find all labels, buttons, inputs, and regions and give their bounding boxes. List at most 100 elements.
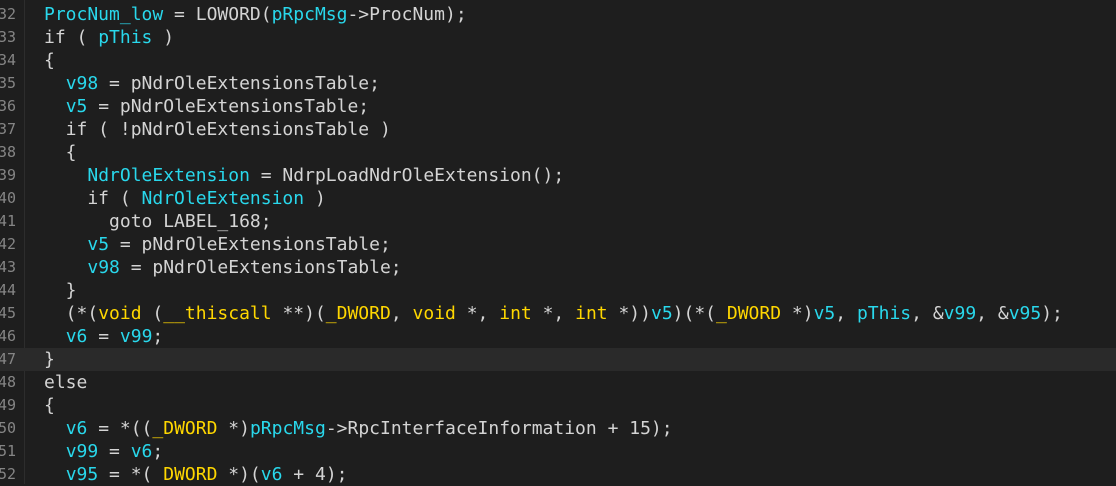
code-line[interactable]: 48 else [0,371,1116,394]
line-number: 34 [0,51,16,69]
code-line[interactable]: 52 v95 = *( DWORD *)(v6 + 4); [0,463,1116,486]
code-text: goto LABEL_168; [44,210,272,233]
code-line[interactable]: 50 v6 = *((_DWORD *)pRpcMsg->RpcInterfac… [0,417,1116,440]
code-token: + 4); [282,464,348,485]
line-number: 48 [0,373,16,391]
code-token: ); [1041,303,1063,324]
code-token: = pNdrOleExtensionsTable; [119,257,402,278]
line-number: 40 [0,189,16,207]
code-token: *) [217,418,250,439]
code-line[interactable]: 47} [0,348,1116,371]
code-line[interactable]: 36 v5 = pNdrOleExtensionsTable; [0,95,1116,118]
code-line[interactable]: 37 if ( !pNdrOleExtensionsTable ) [0,118,1116,141]
code-text: (*(void (__thiscall **)(_DWORD, void *, … [44,302,1063,325]
code-line[interactable]: 49 { [0,394,1116,417]
line-number: 37 [0,120,16,138]
code-token: = NdrpLoadNdrOleExtension(); [249,165,565,186]
code-line[interactable]: 45 (*(void (__thiscall **)(_DWORD, void … [0,302,1116,325]
line-number: 50 [0,419,16,437]
code-token: else [44,372,88,393]
code-token: ; [152,326,164,347]
code-token: ->RpcInterfaceInformation + 15); [325,418,673,439]
code-text: } [44,279,77,302]
identifier-token: v98 [87,257,120,278]
code-token: , [835,303,857,324]
code-token: , [390,303,413,324]
identifier-token: v6 [65,326,88,347]
identifier-token: v99 [119,326,153,347]
code-line[interactable]: 32 ProcNum_low = LOWORD(pRpcMsg->ProcNum)… [0,3,1116,26]
code-token: if ( !pNdrOleExtensionsTable ) [44,119,391,140]
code-line[interactable]: 34 { [0,49,1116,72]
code-token: ; [152,441,164,462]
code-text: NdrOleExtension = NdrpLoadNdrOleExtensio… [44,164,564,187]
code-text: v95 = *( DWORD *)(v6 + 4); [44,463,348,486]
code-token: ->ProcNum); [347,4,467,25]
code-line[interactable]: 33 if ( pThis ) [0,26,1116,49]
identifier-token: ProcNum_low [44,4,164,25]
code-token: , & [976,303,1009,324]
identifier-token: v98 [65,73,99,94]
line-number: 44 [0,281,16,299]
type-token: int [499,303,532,324]
line-number: 46 [0,327,16,345]
code-token: } [44,349,55,370]
code-token: = LOWORD( [163,4,272,25]
code-line[interactable]: 43 v98 = pNdrOleExtensionsTable; [0,256,1116,279]
identifier-token: v6 [130,441,153,462]
code-line[interactable]: 38 { [0,141,1116,164]
code-text: { [44,141,77,164]
code-token: = *( [98,464,164,485]
code-line[interactable]: 39 NdrOleExtension = NdrpLoadNdrOleExten… [0,164,1116,187]
code-token: { [44,50,55,71]
code-line[interactable]: 51 v99 = v6; [0,440,1116,463]
code-text: { [44,49,55,72]
type-token: DWORD [163,464,218,485]
line-number: 38 [0,143,16,161]
code-text: v5 = pNdrOleExtensionsTable; [44,233,390,256]
identifier-token: v99 [943,303,977,324]
code-line[interactable]: 41 goto LABEL_168; [0,210,1116,233]
code-token: ) [152,27,175,48]
identifier-token: v95 [1008,303,1042,324]
code-text: if ( !pNdrOleExtensionsTable ) [44,118,391,141]
code-token: *)) [607,303,651,324]
code-token: ( [141,303,164,324]
line-number: 47 [0,350,16,368]
code-text: if ( pThis ) [44,26,174,49]
type-token: __thiscall [163,303,272,324]
identifier-token: pThis [856,303,912,324]
code-text: v98 = pNdrOleExtensionsTable; [44,256,402,279]
code-token: = pNdrOleExtensionsTable; [87,96,370,117]
line-number: 49 [0,396,16,414]
line-number: 52 [0,465,16,483]
code-line[interactable]: 46 v6 = v99; [0,325,1116,348]
code-line[interactable]: 44 } [0,279,1116,302]
code-token: ) [304,188,326,209]
type-token: void [412,303,456,324]
line-number: 51 [0,442,16,460]
type-token: _DWORD [152,418,218,439]
code-line[interactable]: 35 v98 = pNdrOleExtensionsTable; [0,72,1116,95]
code-line[interactable]: 40 if ( NdrOleExtension ) [0,187,1116,210]
code-text: v6 = *((_DWORD *)pRpcMsg->RpcInterfaceIn… [44,417,673,440]
code-text: if ( NdrOleExtension ) [44,187,326,210]
code-token: = pNdrOleExtensionsTable; [98,73,380,94]
identifier-token: v5 [87,234,110,255]
code-text: v99 = v6; [44,440,164,463]
code-text: { [44,394,55,417]
code-text: v6 = v99; [44,325,164,348]
code-line[interactable]: 42 v5 = pNdrOleExtensionsTable; [0,233,1116,256]
identifier-token: pRpcMsg [271,4,348,25]
code-token: (*( [44,303,99,324]
pseudocode-editor[interactable]: 32 ProcNum_low = LOWORD(pRpcMsg->ProcNum)… [0,0,1116,486]
line-number: 43 [0,258,16,276]
identifier-token: v5 [650,303,673,324]
